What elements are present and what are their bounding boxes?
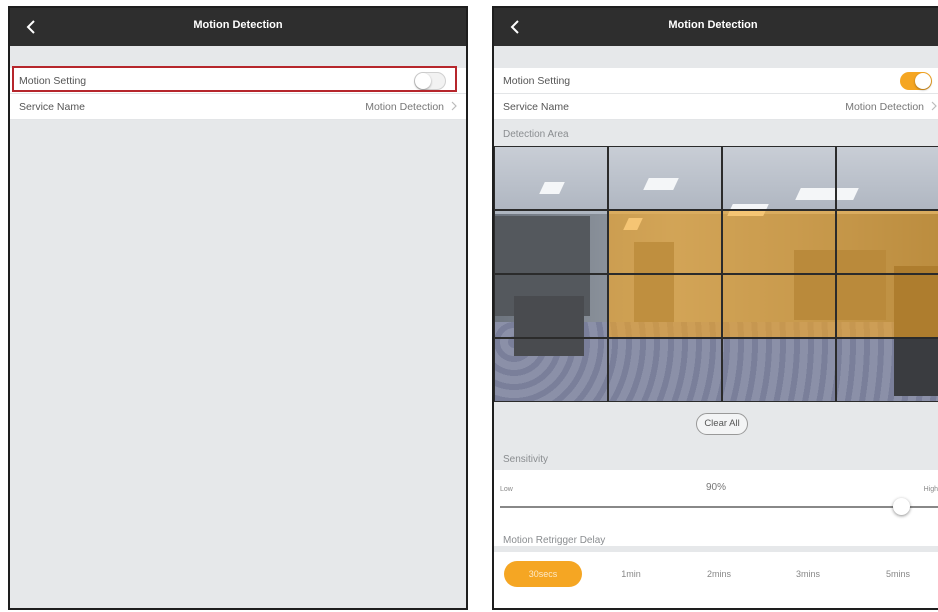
- sensitivity-value: 90%: [705, 482, 726, 493]
- detection-grid-cell[interactable]: [608, 338, 722, 402]
- detection-grid-cell[interactable]: [494, 338, 608, 402]
- highlight-box: [12, 66, 457, 92]
- delay-option[interactable]: 1min: [592, 561, 670, 587]
- detection-grid-cell[interactable]: [836, 338, 938, 402]
- top-bar: Motion Detection: [494, 8, 938, 46]
- slider-track[interactable]: [500, 506, 938, 508]
- detection-grid-cell[interactable]: [722, 210, 836, 274]
- detection-grid-cell[interactable]: [494, 274, 608, 338]
- slider-thumb[interactable]: [893, 498, 911, 515]
- right-screen: Motion Detection Motion Setting Service …: [492, 6, 938, 610]
- delay-option[interactable]: 3mins: [769, 561, 847, 587]
- detection-grid-cell[interactable]: [494, 146, 608, 210]
- delay-option[interactable]: 5mins: [859, 561, 937, 587]
- chevron-right-icon: [451, 101, 457, 111]
- page-title: Motion Detection: [193, 19, 283, 31]
- motion-setting-label: Motion Setting: [503, 75, 571, 87]
- service-name-row[interactable]: Service Name Motion Detection: [10, 94, 466, 120]
- page-title: Motion Detection: [668, 19, 758, 31]
- motion-setting-row: Motion Setting: [494, 68, 938, 94]
- delay-option[interactable]: 30secs: [504, 561, 582, 587]
- detection-grid-cell[interactable]: [608, 274, 722, 338]
- detection-grid-cell[interactable]: [722, 338, 836, 402]
- toggle-knob: [915, 73, 931, 89]
- service-name-label: Service Name: [503, 101, 569, 113]
- chevron-right-icon: [931, 101, 937, 111]
- camera-preview[interactable]: [494, 146, 938, 402]
- detection-grid-cell[interactable]: [836, 274, 938, 338]
- detection-grid-cell[interactable]: [722, 274, 836, 338]
- detection-grid-cell[interactable]: [836, 146, 938, 210]
- detection-grid-cell[interactable]: [608, 210, 722, 274]
- service-name-value: Motion Detection: [845, 101, 924, 113]
- retrigger-delay-options: 30secs 1min 2mins 3mins 5mins: [494, 552, 938, 608]
- retrigger-delay-label: Motion Retrigger Delay: [503, 535, 606, 546]
- clear-all-button[interactable]: Clear All: [696, 413, 748, 435]
- delay-option[interactable]: 2mins: [680, 561, 758, 587]
- service-name-label: Service Name: [19, 101, 85, 113]
- detection-grid-cell[interactable]: [608, 146, 722, 210]
- motion-setting-toggle[interactable]: [900, 72, 932, 90]
- service-name-row[interactable]: Service Name Motion Detection: [494, 94, 938, 120]
- detection-area-label: Detection Area: [503, 129, 569, 140]
- left-screen: Motion Detection Motion Setting Service …: [8, 6, 468, 610]
- service-name-value: Motion Detection: [365, 101, 444, 113]
- detection-grid-cell[interactable]: [722, 146, 836, 210]
- detection-grid-cell[interactable]: [836, 210, 938, 274]
- top-bar: Motion Detection: [10, 8, 466, 46]
- detection-grid-cell[interactable]: [494, 210, 608, 274]
- sensitivity-label: Sensitivity: [503, 454, 549, 465]
